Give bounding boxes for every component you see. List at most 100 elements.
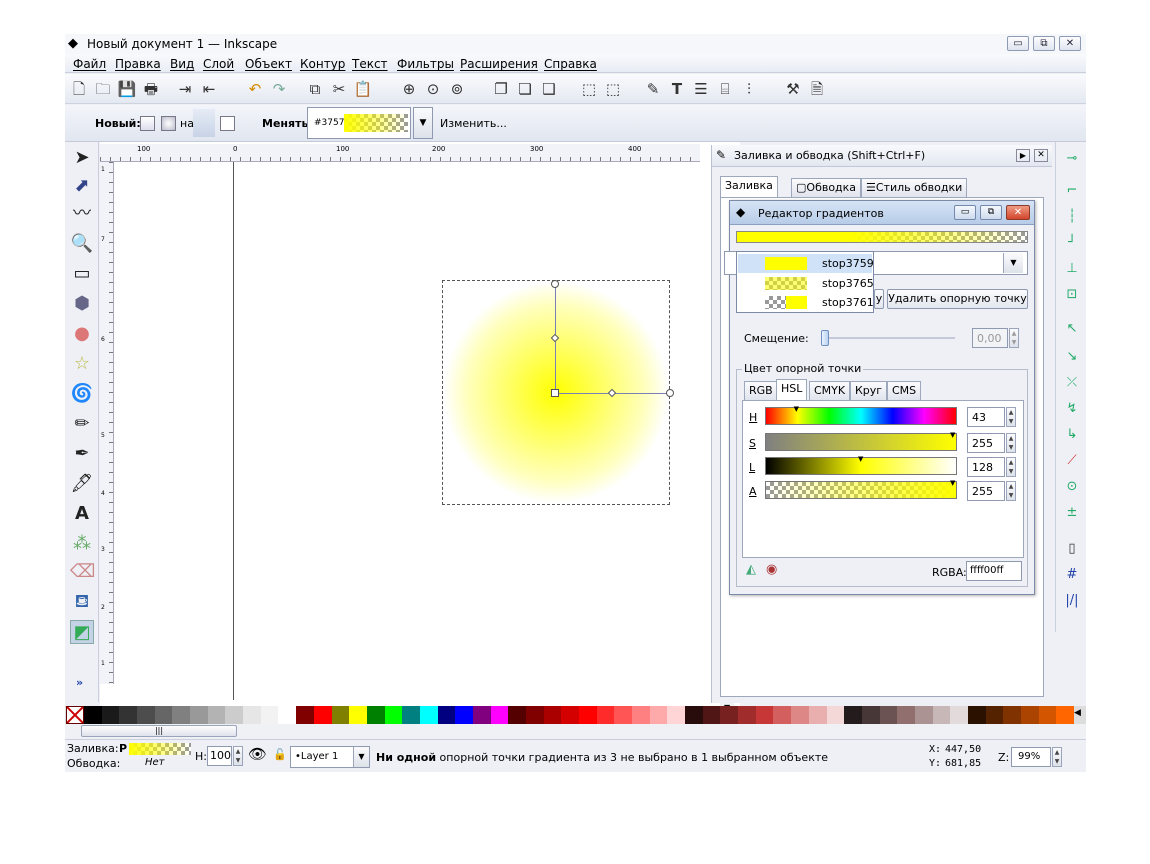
- open-icon[interactable]: 🗀: [93, 79, 113, 99]
- snap-path-icon[interactable]: ↘: [1063, 348, 1081, 366]
- fill-swatch[interactable]: [129, 743, 191, 755]
- stop-list-item[interactable]: stop3759: [738, 254, 874, 273]
- eraser-tool-icon[interactable]: ⌫: [70, 560, 95, 584]
- hue-slider-marker[interactable]: ▼: [794, 405, 799, 413]
- zoom-drawing-icon[interactable]: ⊙: [423, 79, 443, 99]
- palette-swatch[interactable]: [243, 706, 262, 724]
- tab-hsl[interactable]: HSL: [776, 379, 808, 400]
- spray-tool-icon[interactable]: ⁂: [70, 532, 94, 556]
- palette-swatch[interactable]: [543, 706, 562, 724]
- palette-swatch[interactable]: [260, 706, 279, 724]
- rectangle-tool-icon[interactable]: ▭: [70, 262, 94, 286]
- snap-toggle-icon[interactable]: ⊸: [1063, 150, 1081, 168]
- clone-icon[interactable]: ❏: [515, 79, 535, 99]
- palette-swatch[interactable]: [649, 706, 668, 724]
- menu-layer[interactable]: Слой: [203, 57, 234, 71]
- spiral-tool-icon[interactable]: 🌀: [70, 382, 94, 406]
- menu-edit[interactable]: Правка: [115, 57, 161, 71]
- palette-swatch[interactable]: [296, 706, 315, 724]
- palette-swatch[interactable]: [402, 706, 421, 724]
- ungroup-icon[interactable]: ⬚: [603, 79, 623, 99]
- palette-swatch[interactable]: [596, 706, 615, 724]
- alpha-slider-marker[interactable]: ▼: [950, 479, 955, 487]
- palette-menu-icon[interactable]: ◀: [1074, 708, 1081, 718]
- maximize-button[interactable]: ⧉: [1033, 36, 1055, 51]
- palette-scroll-thumb[interactable]: |||: [81, 725, 237, 737]
- palette-swatch[interactable]: [897, 706, 916, 724]
- snap-page-icon[interactable]: ▯: [1063, 540, 1081, 558]
- palette-swatch[interactable]: [84, 706, 102, 724]
- snap-center-icon[interactable]: ⊙: [1063, 478, 1081, 496]
- drawing-canvas[interactable]: ≡ ▲ ▼ ⊕ ||| ◀ ▶ ◭: [100, 142, 740, 734]
- 3d-box-tool-icon[interactable]: ⬢: [70, 292, 94, 316]
- alpha-spinner[interactable]: ▲ ▼: [1006, 481, 1016, 501]
- no-paint-swatch[interactable]: [66, 706, 84, 724]
- add-stop-button-edge[interactable]: у: [874, 289, 884, 309]
- palette-swatch[interactable]: [172, 706, 191, 724]
- palette-swatch[interactable]: [632, 706, 651, 724]
- print-icon[interactable]: 🖶: [141, 79, 161, 99]
- delete-stop-button[interactable]: Удалить опорную точку: [887, 289, 1028, 309]
- star-tool-icon[interactable]: ☆: [70, 352, 94, 376]
- lightness-field[interactable]: 128: [967, 457, 1005, 477]
- opacity-spinner[interactable]: ▲ ▼: [233, 746, 243, 766]
- tab-stroke-style[interactable]: ☰Стиль обводки: [861, 178, 968, 197]
- palette-swatch[interactable]: [738, 706, 757, 724]
- saturation-slider-marker[interactable]: ▼: [950, 431, 955, 439]
- palette-swatch[interactable]: [561, 706, 580, 724]
- text-tool-icon[interactable]: A: [70, 502, 94, 526]
- palette-swatch[interactable]: [313, 706, 332, 724]
- snap-midpoint-icon[interactable]: ⟋: [1063, 452, 1081, 470]
- save-icon[interactable]: 💾: [117, 79, 137, 99]
- cut-icon[interactable]: ✂: [329, 79, 349, 99]
- lightness-slider[interactable]: ▼: [765, 455, 957, 475]
- snap-grid-icon[interactable]: #: [1063, 566, 1081, 584]
- align-icon[interactable]: ⫶: [739, 79, 759, 99]
- panel-menu-icon[interactable]: ▶: [1016, 149, 1030, 162]
- layer-select[interactable]: •Layer 1 ▼: [290, 746, 370, 768]
- palette-swatch[interactable]: [808, 706, 827, 724]
- copy-icon[interactable]: ⧉: [305, 79, 325, 99]
- gradient-end-handle-right[interactable]: [666, 389, 674, 397]
- palette-swatch[interactable]: [720, 706, 739, 724]
- tab-wheel[interactable]: Круг: [850, 381, 888, 400]
- palette-swatch[interactable]: [861, 706, 880, 724]
- alpha-field[interactable]: 255: [967, 481, 1005, 501]
- selector-tool-icon[interactable]: ➤: [70, 146, 94, 170]
- gradient-tool-icon[interactable]: ◩: [70, 620, 94, 644]
- palette-swatch[interactable]: [1038, 706, 1057, 724]
- tab-rgb[interactable]: RGB: [744, 381, 778, 400]
- more-tools-icon[interactable]: »: [76, 676, 83, 689]
- palette-swatch[interactable]: [826, 706, 845, 724]
- horizontal-ruler[interactable]: 100 0 100 200 300 400: [100, 144, 700, 162]
- palette-scrollbar[interactable]: |||: [65, 724, 1086, 738]
- saturation-spinner[interactable]: ▲ ▼: [1006, 433, 1016, 453]
- zoom-spinner[interactable]: ▲ ▼: [1052, 747, 1062, 767]
- group-icon[interactable]: ⬚: [579, 79, 599, 99]
- palette-swatch[interactable]: [755, 706, 774, 724]
- export-icon[interactable]: ⇤: [199, 79, 219, 99]
- palette-swatch[interactable]: [190, 706, 209, 724]
- zoom-page-icon[interactable]: ⊚: [447, 79, 467, 99]
- hue-spinner[interactable]: ▲ ▼: [1006, 407, 1016, 427]
- panel-close-icon[interactable]: ✕: [1034, 149, 1048, 162]
- layer-dropdown-arrow-icon[interactable]: ▼: [353, 747, 369, 767]
- minimize-button[interactable]: ▭: [1007, 36, 1029, 51]
- stop-list[interactable]: stop3759 stop3765 stop3761: [736, 251, 874, 313]
- duplicate-icon[interactable]: ❐: [491, 79, 511, 99]
- dialog-minimize-button[interactable]: ▭: [954, 205, 976, 220]
- layers-icon[interactable]: ☰: [691, 79, 711, 99]
- xml-editor-icon[interactable]: ⌸: [715, 79, 735, 99]
- palette-swatch[interactable]: [950, 706, 969, 724]
- redo-icon[interactable]: ↷: [269, 79, 289, 99]
- stop-list-item[interactable]: stop3765: [738, 274, 874, 293]
- palette-swatch[interactable]: [985, 706, 1004, 724]
- palette-swatch[interactable]: [331, 706, 350, 724]
- pencil-tool-icon[interactable]: ✏: [70, 412, 94, 436]
- offset-slider-track[interactable]: [821, 330, 955, 346]
- node-tool-icon[interactable]: ⬈: [70, 174, 94, 198]
- menu-file[interactable]: Файл: [73, 57, 106, 71]
- palette-swatch[interactable]: [932, 706, 951, 724]
- color-managed-icon[interactable]: ◉: [766, 562, 777, 577]
- stroke-swatch[interactable]: Нет: [145, 757, 165, 768]
